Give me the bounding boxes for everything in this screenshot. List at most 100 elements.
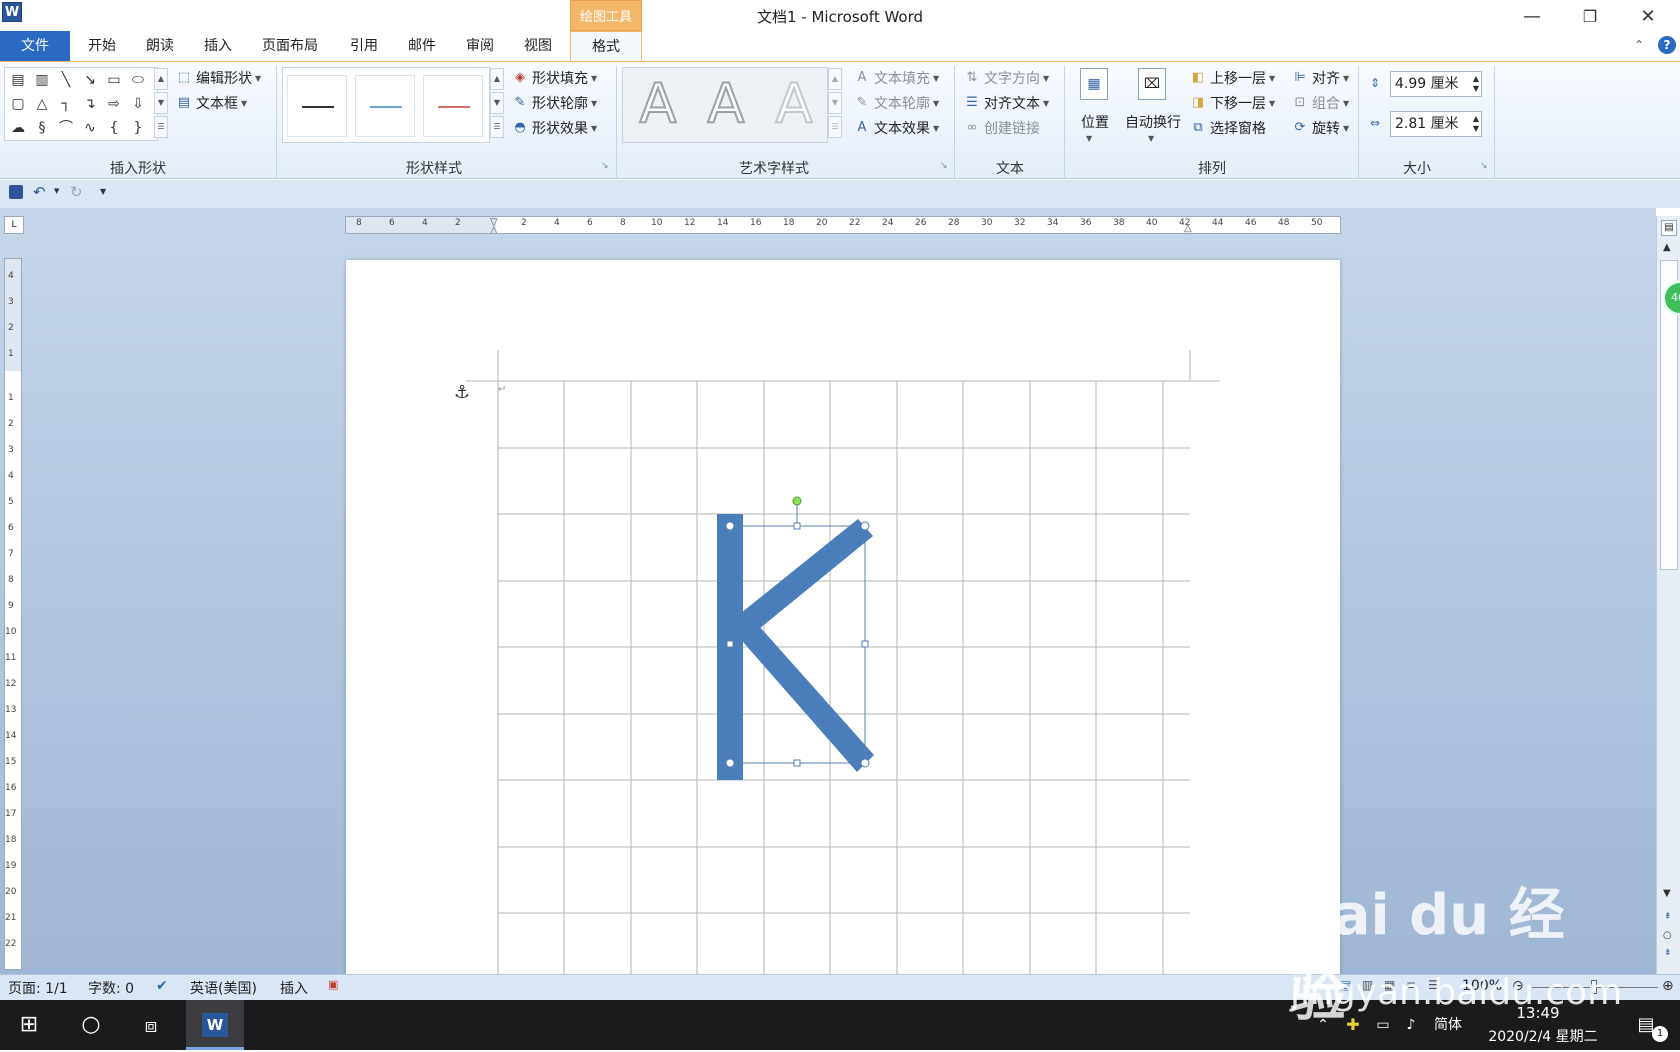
resize-handle[interactable]	[860, 758, 870, 768]
text-box-button[interactable]: ▤ 文本框 ▼	[176, 93, 247, 113]
close-button[interactable]: ✕	[1620, 0, 1676, 34]
collapse-ribbon-icon[interactable]: ⌃	[1634, 38, 1644, 52]
wordart-more-button[interactable]: ☰	[828, 116, 842, 138]
wordart-style-3[interactable]: A	[763, 71, 825, 136]
browse-object-icon[interactable]: ○	[1663, 930, 1672, 941]
dialog-launcher-icon[interactable]: ↘	[940, 161, 950, 171]
shape-outline-button[interactable]: ✎ 形状轮廓 ▼	[512, 93, 598, 113]
minimize-button[interactable]: —	[1504, 0, 1560, 34]
dialog-launcher-icon[interactable]: ↘	[601, 161, 611, 171]
wordart-style-1[interactable]: A	[627, 71, 689, 136]
proofing-icon[interactable]: ✔	[156, 978, 168, 994]
resize-handle[interactable]	[793, 522, 801, 530]
elbow-connector-icon[interactable]: ┐	[57, 95, 75, 113]
language-status[interactable]: 英语(美国)	[190, 978, 257, 998]
text-effects-button[interactable]: A 文本效果 ▼	[854, 118, 940, 138]
restore-button[interactable]: ❐	[1562, 0, 1618, 34]
tab-review[interactable]: 审阅	[454, 31, 506, 61]
shape-height-input[interactable]: 4.99 厘米 ▲ ▼	[1390, 71, 1482, 97]
shape-effects-button[interactable]: ◓ 形状效果 ▼	[512, 118, 597, 138]
left-brace-shape-icon[interactable]: {	[105, 119, 123, 137]
rectangle-shape-icon[interactable]: ▭	[105, 71, 123, 89]
wordart-scroll-down[interactable]: ▼	[828, 92, 842, 114]
anchor-icon[interactable]: ⚓	[454, 382, 470, 403]
dialog-launcher-icon[interactable]: ↘	[1480, 161, 1490, 171]
align-text-button[interactable]: ☰ 对齐文本 ▼	[964, 93, 1049, 113]
shapes-scroll-down[interactable]: ▼	[154, 92, 168, 114]
styles-scroll-down[interactable]: ▼	[490, 92, 504, 114]
create-link-button[interactable]: ∞ 创建链接	[964, 118, 1040, 138]
tab-stop-selector[interactable]: L	[4, 216, 24, 234]
action-center-icon[interactable]: ▤	[1626, 1000, 1666, 1050]
tab-references[interactable]: 引用	[338, 31, 390, 61]
shape-style-swatch[interactable]	[423, 75, 483, 137]
freeform-shape-icon[interactable]: ☁	[9, 119, 27, 137]
document-page[interactable]: ⚓ ↵	[346, 260, 1340, 975]
down-arrow-shape-icon[interactable]: ⇩	[129, 95, 147, 113]
arc-shape-icon[interactable]: ⌒	[57, 119, 75, 137]
shapes-scroll-up[interactable]: ▲	[154, 68, 168, 90]
word-app-icon[interactable]: W	[2, 2, 22, 22]
text-direction-button[interactable]: ⇅ 文字方向 ▼	[964, 68, 1050, 88]
tab-format[interactable]: 格式	[570, 31, 642, 62]
curve-shape-icon[interactable]: ∿	[81, 119, 99, 137]
tab-file[interactable]: 文件	[0, 31, 70, 61]
edit-shape-button[interactable]: ⬚ 编辑形状 ▼	[176, 68, 261, 88]
tab-mailings[interactable]: 邮件	[396, 31, 448, 61]
cortana-search-icon[interactable]: ○	[62, 1000, 120, 1050]
right-arrow-shape-icon[interactable]: ⇨	[105, 95, 123, 113]
line-shape-icon[interactable]: ╲	[57, 71, 75, 89]
tab-insert[interactable]: 插入	[192, 31, 244, 61]
selection-pane-button[interactable]: ⧉ 选择窗格	[1190, 118, 1266, 138]
undo-icon[interactable]: ↶	[33, 183, 46, 201]
resize-handle[interactable]	[861, 640, 869, 648]
styles-scroll-up[interactable]: ▲	[490, 68, 504, 90]
clock-date[interactable]: 2020/2/4 星期二	[1478, 1026, 1608, 1046]
shape-style-swatch[interactable]	[287, 75, 347, 137]
oval-shape-icon[interactable]: ⬭	[129, 71, 147, 89]
scroll-down-icon[interactable]: ▼	[1663, 888, 1671, 899]
view-ruler-icon[interactable]: ▤	[1661, 220, 1677, 236]
vertical-textbox-shape-icon[interactable]: ▥	[33, 71, 51, 89]
scroll-up-icon[interactable]: ▲	[1663, 242, 1671, 253]
triangle-shape-icon[interactable]: △	[33, 95, 51, 113]
macro-record-icon[interactable]: ▣	[328, 978, 338, 991]
tab-read-aloud[interactable]: 朗读	[134, 31, 186, 61]
tab-view[interactable]: 视图	[512, 31, 564, 61]
elbow-arrow-connector-icon[interactable]: ↴	[81, 95, 99, 113]
previous-page-icon[interactable]: ⇞	[1664, 912, 1672, 922]
insert-mode-status[interactable]: 插入	[280, 978, 308, 998]
shape-style-swatch[interactable]	[355, 75, 415, 137]
resize-handle[interactable]	[860, 521, 870, 531]
shape-width-input[interactable]: 2.81 厘米 ▲ ▼	[1390, 111, 1482, 137]
rounded-rect-shape-icon[interactable]: ▢	[9, 95, 27, 113]
help-icon[interactable]: ?	[1658, 36, 1676, 54]
rotate-button[interactable]: ⟳ 旋转 ▼	[1292, 118, 1350, 138]
rotation-handle[interactable]	[792, 496, 802, 506]
position-button[interactable]: 位置	[1074, 112, 1116, 132]
word-taskbar-button[interactable]: W	[186, 1000, 244, 1050]
task-view-icon[interactable]: ⧈	[122, 1000, 180, 1050]
shape-fill-button[interactable]: ◈ 形状填充 ▼	[512, 68, 597, 88]
next-page-icon[interactable]: ⇟	[1664, 948, 1672, 958]
spinner-icon[interactable]: ▲ ▼	[1473, 114, 1479, 134]
text-fill-button[interactable]: A 文本填充 ▼	[854, 68, 940, 88]
wrap-text-button[interactable]: 自动换行	[1118, 112, 1188, 132]
word-count[interactable]: 字数: 0	[88, 978, 134, 998]
customize-toolbar-icon[interactable]: ▼	[100, 187, 106, 196]
tab-page-layout[interactable]: 页面布局	[252, 31, 328, 61]
right-indent-marker[interactable]: △	[1184, 223, 1192, 233]
wordart-scroll-up[interactable]: ▲	[828, 68, 842, 90]
text-outline-button[interactable]: ✎ 文本轮廓 ▼	[854, 93, 940, 113]
styles-more-button[interactable]: ☰	[490, 116, 504, 138]
align-button[interactable]: ⊫ 对齐 ▼	[1292, 68, 1349, 88]
wordart-style-2[interactable]: A	[695, 71, 757, 136]
arrow-line-shape-icon[interactable]: ↘	[81, 71, 99, 89]
send-backward-button[interactable]: ◨ 下移一层 ▼	[1190, 93, 1275, 113]
zoom-in-icon[interactable]: ⊕	[1662, 978, 1674, 994]
resize-handle[interactable]	[725, 758, 735, 768]
right-brace-shape-icon[interactable]: }	[129, 119, 147, 137]
resize-handle[interactable]	[726, 640, 734, 648]
save-icon[interactable]	[9, 185, 23, 199]
scribble-shape-icon[interactable]: §	[33, 119, 51, 137]
